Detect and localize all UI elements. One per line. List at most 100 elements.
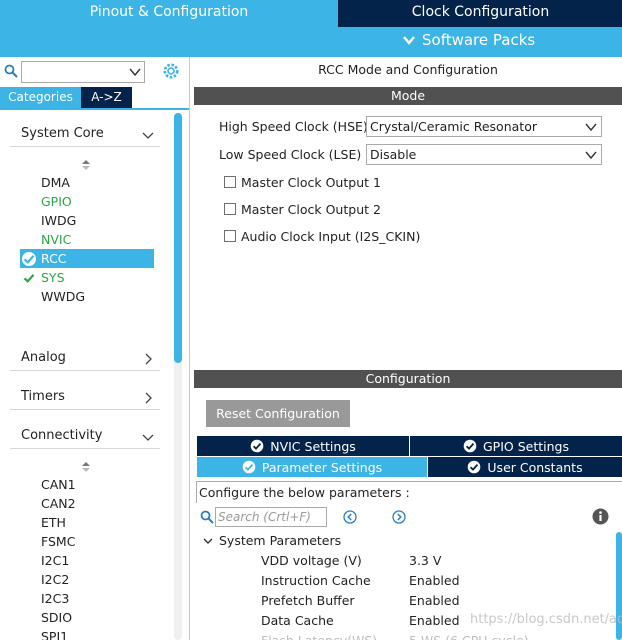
checkbox-label: Audio Clock Input (I2S_CKIN) bbox=[241, 228, 421, 244]
sidebar-item-label: NVIC bbox=[41, 232, 72, 247]
category-analog[interactable]: Analog bbox=[10, 347, 160, 371]
parameter-value[interactable]: Enabled bbox=[409, 573, 460, 588]
parameter-value[interactable]: Enabled bbox=[409, 593, 460, 608]
chevron-down-icon[interactable] bbox=[129, 67, 141, 77]
sidebar-item-dma[interactable]: DMA bbox=[20, 173, 154, 192]
checkbox-box[interactable] bbox=[224, 176, 236, 188]
info-icon[interactable] bbox=[592, 508, 609, 525]
tab-label: GPIO Settings bbox=[483, 438, 569, 454]
tab-nvic-settings[interactable]: NVIC Settings bbox=[197, 436, 409, 456]
sidebar-item-gpio[interactable]: GPIO bbox=[20, 192, 154, 211]
sidebar-item-iwdg[interactable]: IWDG bbox=[20, 211, 154, 230]
sidebar-item-can2[interactable]: CAN2 bbox=[20, 494, 154, 513]
mode-section-bar: Mode bbox=[194, 87, 622, 105]
tab-a-z[interactable]: A->Z bbox=[81, 87, 132, 108]
reset-configuration-button[interactable]: Reset Configuration bbox=[206, 400, 350, 427]
sidebar-item-rcc[interactable]: RCC bbox=[20, 249, 154, 268]
sidebar-item-eth[interactable]: ETH bbox=[20, 513, 154, 532]
tab-label: Parameter Settings bbox=[261, 459, 383, 475]
parameter-name: Flash Latency(WS) bbox=[261, 633, 377, 640]
chevron-down-icon bbox=[403, 36, 415, 45]
group-label: System Parameters bbox=[219, 533, 342, 548]
sidebar-item-label: FSMC bbox=[41, 534, 76, 549]
sidebar-item-fsmc[interactable]: FSMC bbox=[20, 532, 154, 551]
sidebar-item-wwdg[interactable]: WWDG bbox=[20, 287, 154, 306]
sidebar-item-can1[interactable]: CAN1 bbox=[20, 475, 154, 494]
mode-panel-title: RCC Mode and Configuration bbox=[318, 62, 498, 77]
sidebar-item-label: WWDG bbox=[41, 289, 86, 304]
search-icon[interactable] bbox=[200, 510, 214, 524]
master-clock-output-1-checkbox[interactable]: Master Clock Output 1 bbox=[224, 174, 381, 190]
tab-categories[interactable]: Categories bbox=[0, 87, 81, 108]
parameter-search-input[interactable]: Search (Crtl+F) bbox=[215, 507, 327, 527]
sidebar-item-label: SYS bbox=[41, 270, 65, 285]
sort-icon[interactable] bbox=[80, 159, 92, 171]
category-timers[interactable]: Timers bbox=[10, 386, 160, 410]
hse-label: High Speed Clock (HSE) bbox=[219, 119, 368, 134]
check-icon bbox=[23, 274, 35, 283]
check-circle-icon bbox=[250, 439, 264, 453]
top-tab-bar: Pinout & Configuration Clock Configurati… bbox=[0, 0, 622, 27]
system-parameters-group[interactable]: System Parameters bbox=[203, 533, 341, 548]
software-packs-button[interactable]: Software Packs bbox=[402, 31, 535, 49]
audio-clock-input-checkbox[interactable]: Audio Clock Input (I2S_CKIN) bbox=[224, 228, 420, 244]
sidebar-item-label: IWDG bbox=[41, 213, 77, 228]
sidebar-item-i2c1[interactable]: I2C1 bbox=[20, 551, 154, 570]
configure-parameters-hint: Configure the below parameters : bbox=[196, 481, 622, 503]
lse-select[interactable]: Disable bbox=[366, 144, 602, 165]
chevron-right-icon bbox=[145, 392, 152, 404]
sidebar-item-i2c2[interactable]: I2C2 bbox=[20, 570, 154, 589]
sidebar-item-sys[interactable]: SYS bbox=[20, 268, 154, 287]
sidebar-item-nvic[interactable]: NVIC bbox=[20, 230, 154, 249]
sidebar-item-sdio[interactable]: SDIO bbox=[20, 608, 154, 627]
tab-user-constants[interactable]: User Constants bbox=[428, 457, 622, 477]
tab-clock-configuration[interactable]: Clock Configuration bbox=[339, 0, 622, 27]
sidebar-item-label: SDIO bbox=[41, 610, 73, 625]
checkbox-box[interactable] bbox=[224, 230, 236, 242]
gear-icon[interactable] bbox=[162, 62, 180, 80]
chevron-down-icon bbox=[203, 538, 213, 544]
hse-select[interactable]: Crystal/Ceramic Resonator bbox=[366, 116, 602, 137]
parameter-name: VDD voltage (V) bbox=[261, 553, 362, 568]
category-system-core[interactable]: System Core bbox=[10, 123, 160, 147]
category-tabs: Categories A->Z bbox=[0, 87, 132, 108]
checkbox-box[interactable] bbox=[224, 203, 236, 215]
search-icon[interactable] bbox=[4, 64, 18, 78]
category-connectivity[interactable]: Connectivity bbox=[10, 425, 160, 449]
tab-parameter-settings[interactable]: Parameter Settings bbox=[197, 457, 427, 477]
parameter-name: Data Cache bbox=[261, 613, 334, 628]
parameter-value[interactable]: 5 WS (6 CPU cycle) bbox=[409, 633, 529, 640]
category-label: Timers bbox=[21, 389, 65, 404]
sort-icon[interactable] bbox=[80, 461, 92, 473]
sidebar-item-label: ETH bbox=[41, 515, 66, 530]
left-search-input[interactable] bbox=[21, 61, 145, 83]
tab-gpio-settings[interactable]: GPIO Settings bbox=[410, 436, 622, 456]
tab-pinout-configuration[interactable]: Pinout & Configuration bbox=[0, 0, 338, 27]
left-scrollbar-thumb[interactable] bbox=[174, 113, 182, 363]
check-icon bbox=[22, 252, 36, 266]
next-match-icon[interactable] bbox=[392, 510, 406, 524]
sidebar-item-label: CAN1 bbox=[41, 477, 76, 492]
parameter-value[interactable]: Enabled bbox=[409, 613, 460, 628]
parameter-name: Prefetch Buffer bbox=[261, 593, 355, 608]
checkbox-label: Master Clock Output 2 bbox=[241, 201, 381, 217]
left-search-row bbox=[0, 60, 189, 84]
sidebar-item-label: I2C3 bbox=[41, 591, 70, 606]
category-tab-underline bbox=[0, 108, 189, 110]
software-packs-label: Software Packs bbox=[422, 31, 536, 49]
tab-label: User Constants bbox=[487, 459, 583, 475]
sidebar-item-label: I2C1 bbox=[41, 553, 70, 568]
sidebar-item-label: SPI1 bbox=[41, 629, 69, 640]
left-panel: Categories A->Z System Core DMA GPIO IWDG N… bbox=[0, 57, 190, 640]
sidebar-item-i2c3[interactable]: I2C3 bbox=[20, 589, 154, 608]
lse-label: Low Speed Clock (LSE) bbox=[219, 147, 362, 162]
previous-match-icon[interactable] bbox=[343, 510, 357, 524]
master-clock-output-2-checkbox[interactable]: Master Clock Output 2 bbox=[224, 201, 381, 217]
chevron-down-icon bbox=[142, 132, 154, 139]
checkbox-label: Master Clock Output 1 bbox=[241, 174, 381, 190]
lse-select-value: Disable bbox=[370, 147, 417, 162]
software-packs-bar: Software Packs bbox=[0, 27, 622, 57]
parameter-value[interactable]: 3.3 V bbox=[409, 553, 441, 568]
sidebar-item-spi1[interactable]: SPI1 bbox=[20, 627, 154, 640]
chevron-right-icon bbox=[145, 353, 152, 365]
